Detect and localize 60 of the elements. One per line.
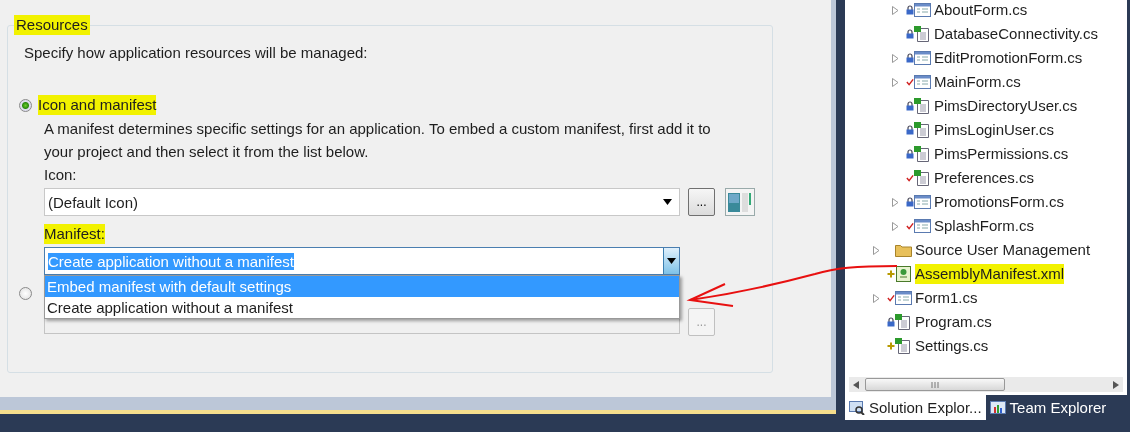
expand-arrow-icon[interactable] (873, 245, 880, 255)
scroll-right-icon[interactable] (1113, 380, 1119, 389)
magnifier-window-icon (849, 400, 865, 415)
panel-tab[interactable]: Team Explorer (985, 395, 1111, 420)
dropdown-option[interactable]: Create application without a manifest (45, 297, 679, 318)
tree-item[interactable]: PromotionsForm.cs (934, 192, 1065, 212)
tree-item[interactable]: PimsPermissions.cs (934, 144, 1069, 164)
tree-item[interactable]: Settings.cs (915, 336, 989, 356)
code-file-icon (895, 314, 912, 330)
group-title: Resources (14, 15, 90, 35)
caret-icon (663, 199, 672, 205)
tree-item[interactable]: Form1.cs (915, 288, 978, 308)
chart-window-icon (989, 400, 1006, 415)
code-file-icon (895, 338, 912, 354)
code-file-icon (914, 26, 931, 42)
radio-button[interactable] (19, 287, 32, 300)
scroll-thumb[interactable] (865, 378, 1005, 391)
expand-arrow-icon[interactable] (892, 197, 899, 207)
tree-item[interactable]: AssemblyManifest.xml (915, 264, 1065, 284)
grip-icon (931, 381, 939, 388)
dropdown-button[interactable] (663, 248, 679, 274)
tree-item[interactable]: EditPromotionForm.cs (934, 48, 1083, 68)
form-icon (914, 3, 931, 17)
horizontal-scrollbar[interactable] (849, 377, 1123, 392)
field-label: Icon: (44, 165, 78, 185)
intro-text: Specify how application resources will be managed: (24, 43, 369, 63)
expand-arrow-icon[interactable] (873, 293, 880, 303)
tree-item[interactable]: PimsLoginUser.cs (934, 120, 1055, 140)
code-file-icon (914, 122, 931, 138)
expand-arrow-icon[interactable] (892, 53, 899, 63)
tree-item[interactable]: DatabaseConnectivity.cs (934, 24, 1098, 44)
form-icon (914, 219, 931, 233)
expand-arrow-icon[interactable] (892, 77, 899, 87)
code-file-icon (914, 98, 931, 114)
caret-icon (667, 258, 676, 264)
folder-icon (895, 243, 912, 257)
expand-arrow-icon[interactable] (892, 5, 899, 15)
tree-item[interactable]: MainForm.cs (934, 72, 1021, 92)
tree-item[interactable]: SplashForm.cs (934, 216, 1035, 236)
tree-item[interactable]: Preferences.cs (934, 168, 1035, 188)
browse-button[interactable]: ... (688, 188, 715, 216)
icon-preview-icon (725, 188, 755, 216)
panel-tab[interactable]: Solution Explor... (845, 395, 986, 420)
form-icon (914, 75, 931, 89)
tree-item[interactable]: Program.cs (915, 312, 992, 332)
description-text: A manifest determines specific settings for an application. To embed a custom manifest, first add it to your project and then select it from the list below. (44, 119, 712, 162)
code-file-icon (914, 146, 931, 162)
tree-item[interactable]: Source User Management (915, 240, 1091, 260)
xml-file-icon (895, 266, 912, 282)
tree-item[interactable]: AboutForm.cs (934, 0, 1028, 20)
form-icon (895, 291, 912, 305)
scroll-left-icon[interactable] (853, 380, 859, 389)
field-label: Manifest: (44, 224, 105, 244)
radio-button[interactable] (19, 98, 32, 112)
form-icon (914, 51, 931, 65)
icon-dropdown[interactable]: (Default Icon) (44, 188, 680, 216)
form-icon (914, 195, 931, 209)
code-file-icon (914, 170, 931, 186)
tree-item[interactable]: PimsDirectoryUser.cs (934, 96, 1078, 116)
expand-arrow-icon[interactable] (892, 221, 899, 231)
